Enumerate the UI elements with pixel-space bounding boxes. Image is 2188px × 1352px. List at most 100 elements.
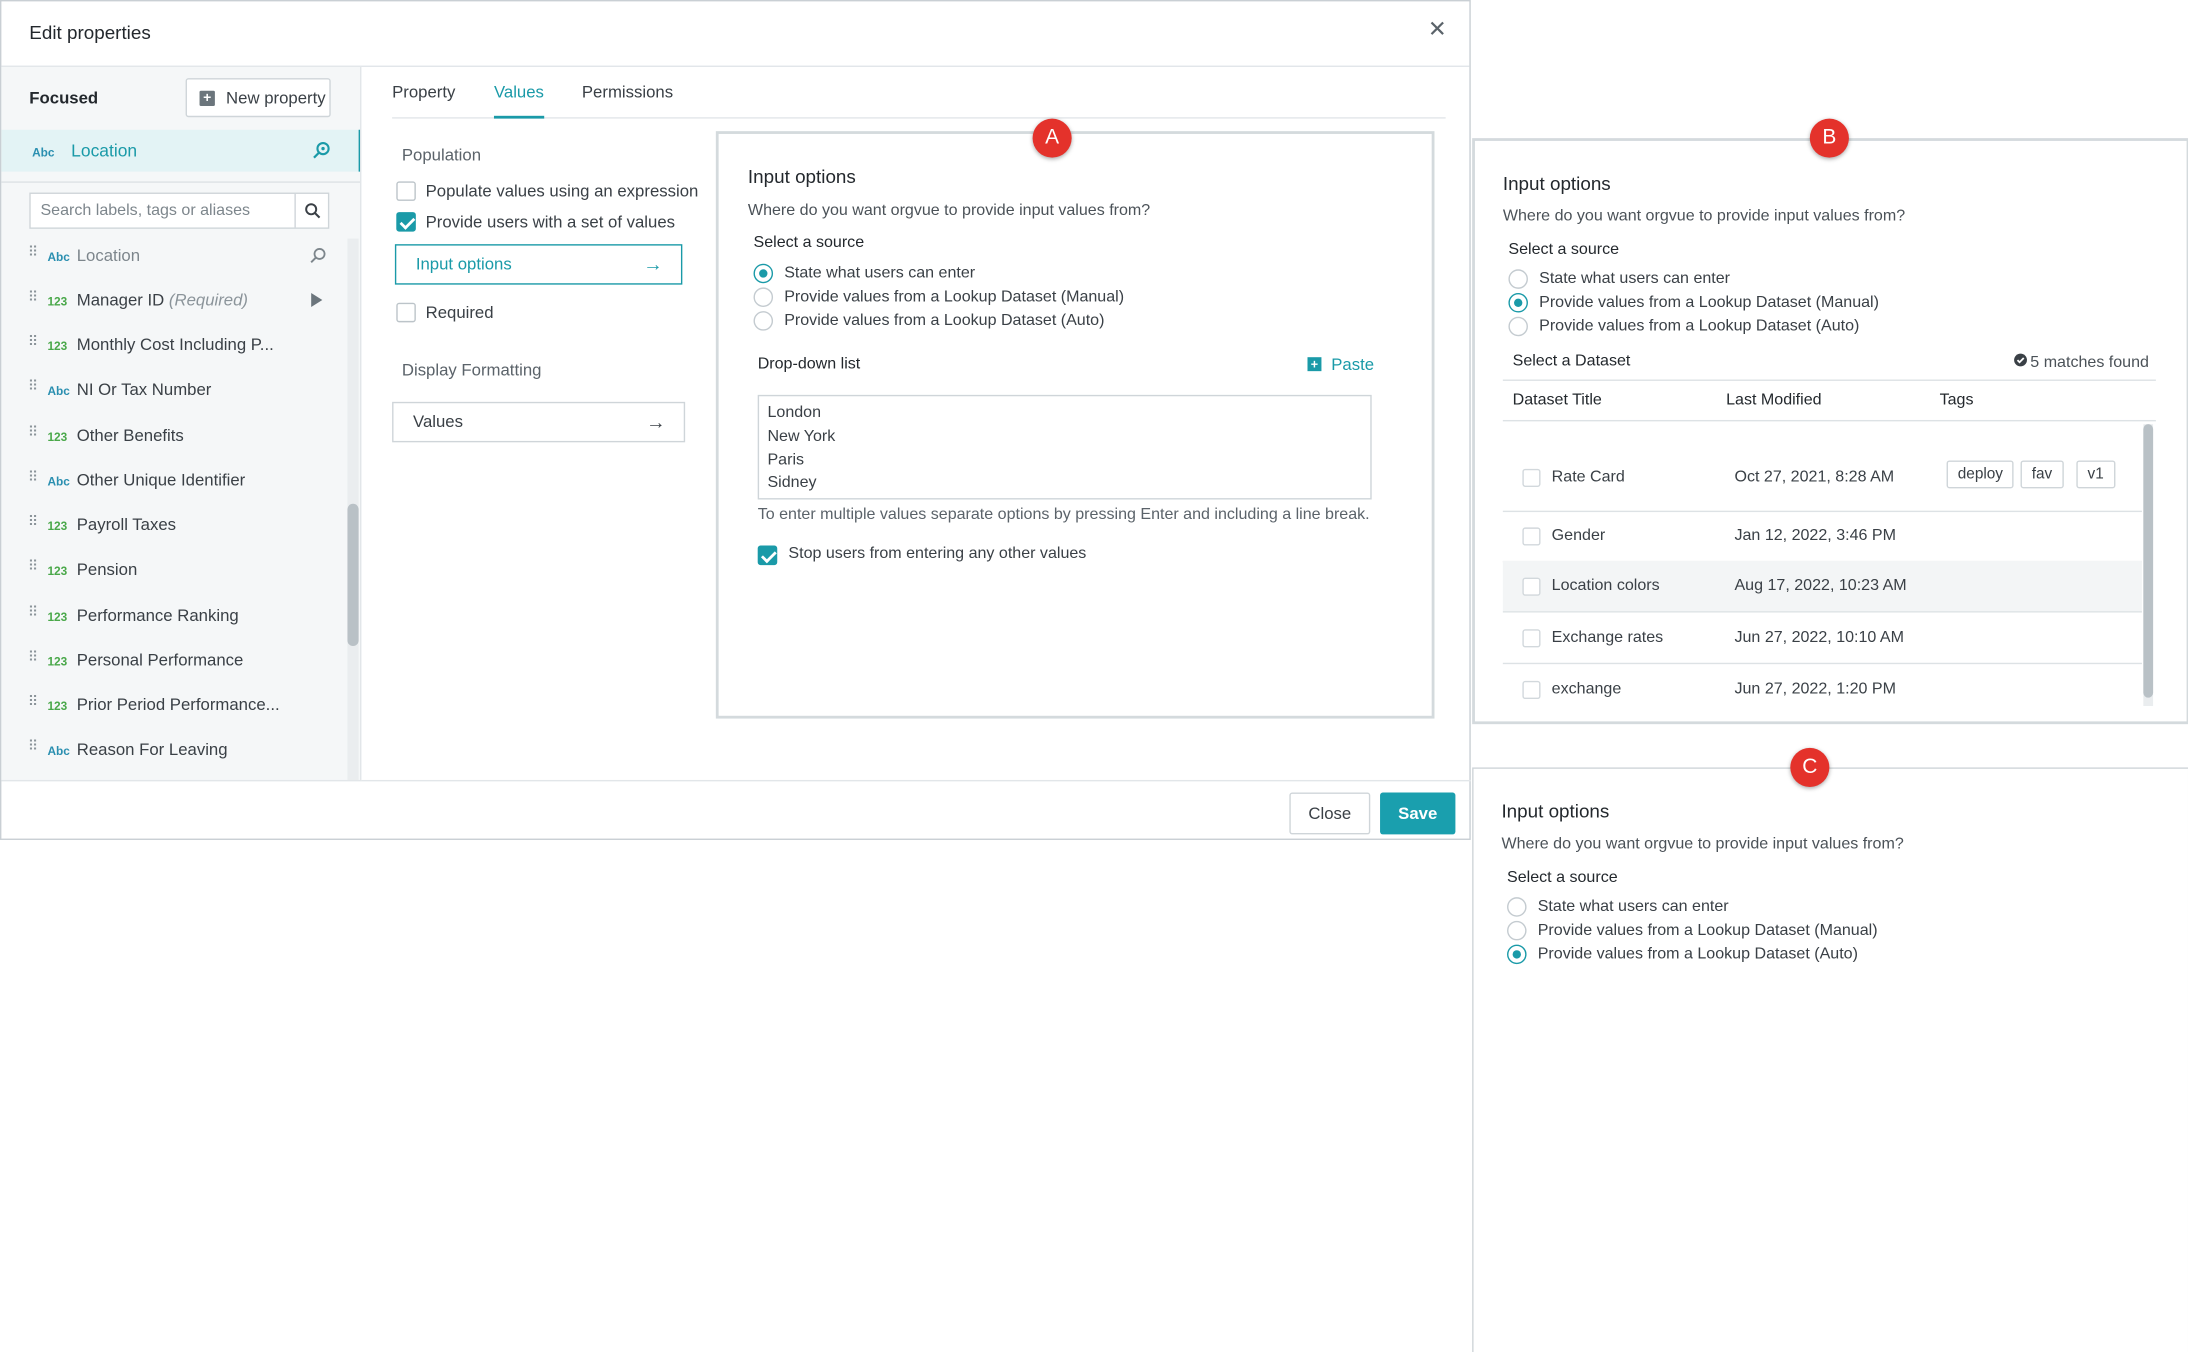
source-radio[interactable] bbox=[753, 263, 774, 284]
source-radio[interactable] bbox=[753, 287, 774, 307]
property-name: Pension bbox=[76, 559, 138, 580]
dropdown-values-textarea[interactable]: London New York Paris Sidney bbox=[757, 394, 1372, 500]
required-checkbox[interactable] bbox=[396, 302, 416, 323]
sidebar-item[interactable]: ⠿ 123 Monthly Cost Including P... bbox=[1, 328, 347, 361]
tag-chip[interactable]: v1 bbox=[2076, 460, 2115, 489]
table-row[interactable]: Rate Card Oct 27, 2021, 8:28 AM deploy fav v… bbox=[1503, 452, 2142, 502]
table-header-border bbox=[1502, 419, 2156, 422]
source-option-label: Provide values from a Lookup Dataset (Au… bbox=[784, 312, 1105, 330]
table-row[interactable]: Gender Jan 12, 2022, 3:46 PM bbox=[1503, 511, 2142, 561]
sidebar-item[interactable]: ⠿ 123 Manager ID (Required) bbox=[1, 283, 347, 316]
search-icon[interactable] bbox=[294, 193, 327, 228]
panel-b-source-label: Select a source bbox=[1508, 241, 1620, 259]
table-row[interactable]: exchange Jun 27, 2022, 1:20 PM bbox=[1503, 664, 2142, 714]
required-label: Required bbox=[425, 302, 494, 323]
drag-handle-icon[interactable]: ⠿ bbox=[28, 335, 38, 350]
source-radio[interactable] bbox=[1507, 944, 1527, 965]
drag-handle-icon[interactable]: ⠿ bbox=[28, 290, 38, 305]
sidebar-item[interactable]: ⠿ 123 Personal Performance bbox=[1, 643, 347, 676]
sidebar-item[interactable]: ⠿ Abc Reason For Leaving bbox=[1, 733, 347, 766]
sidebar-item[interactable]: ⠿ 123 Payroll Taxes bbox=[1, 508, 347, 541]
sidebar-item[interactable]: ⠿ Abc Other Unique Identifier bbox=[1, 463, 347, 496]
panel-a-source-label: Select a source bbox=[753, 234, 865, 252]
sidebar-item[interactable]: ⠿ 123 Other Benefits bbox=[1, 419, 347, 452]
dropdown-value: Paris bbox=[767, 451, 805, 469]
drag-handle-icon[interactable]: ⠿ bbox=[28, 246, 38, 261]
sidebar-scroll-thumb[interactable] bbox=[347, 503, 359, 647]
close-icon[interactable]: ✕ bbox=[1425, 18, 1450, 43]
value-set-checkbox[interactable] bbox=[396, 212, 416, 232]
number-type-icon: 123 bbox=[47, 654, 68, 669]
row-checkbox[interactable] bbox=[1522, 629, 1541, 648]
drag-handle-icon[interactable]: ⠿ bbox=[28, 380, 38, 395]
focused-label: Focused bbox=[29, 87, 99, 108]
source-radio[interactable] bbox=[1508, 269, 1528, 289]
number-type-icon: 123 bbox=[47, 699, 68, 713]
play-icon[interactable] bbox=[310, 292, 324, 313]
text-type-icon: Abc bbox=[32, 145, 55, 160]
table-row[interactable]: Location colors Aug 17, 2022, 10:23 AM bbox=[1502, 560, 2142, 612]
property-sidebar: Focused + New property Abc Location ⠿ Abc… bbox=[1, 66, 362, 780]
display-formatting-title: Display Formatting bbox=[401, 359, 542, 380]
drag-handle-icon[interactable]: ⠿ bbox=[28, 560, 38, 575]
sidebar-item[interactable]: ⠿ 123 Performance Ranking bbox=[1, 599, 347, 632]
dialog-title: Edit properties bbox=[29, 22, 151, 44]
property-search-input[interactable] bbox=[30, 193, 296, 228]
matches-indicator: 5 matches found bbox=[2014, 353, 2149, 371]
input-options-button[interactable]: Input options → bbox=[394, 244, 683, 285]
tab-bar: Property Values Permissions bbox=[392, 82, 1446, 119]
paste-button[interactable]: + Paste bbox=[1307, 354, 1374, 374]
row-checkbox[interactable] bbox=[1522, 680, 1541, 700]
sidebar-item[interactable]: ⠿ Abc NI Or Tax Number bbox=[1, 373, 347, 406]
sidebar-scrollbar[interactable] bbox=[347, 238, 359, 780]
col-last-modified[interactable]: Last Modified bbox=[1726, 392, 1821, 409]
new-property-button[interactable]: + New property bbox=[185, 78, 331, 118]
values-format-button[interactable]: Values → bbox=[392, 401, 686, 443]
tab-values[interactable]: Values bbox=[493, 82, 544, 119]
number-type-icon: 123 bbox=[47, 294, 68, 309]
drag-handle-icon[interactable]: ⠿ bbox=[28, 515, 38, 530]
sidebar-divider bbox=[1, 181, 361, 183]
tab-permissions[interactable]: Permissions bbox=[582, 82, 673, 118]
expression-checkbox[interactable] bbox=[396, 181, 416, 201]
sidebar-item[interactable]: ⠿ 123 Prior Period Performance... bbox=[1, 688, 347, 721]
source-radio[interactable] bbox=[1508, 316, 1528, 337]
source-radio[interactable] bbox=[1507, 897, 1527, 917]
drag-handle-icon[interactable]: ⠿ bbox=[28, 426, 38, 441]
sidebar-item[interactable]: ⠿ Abc Location bbox=[1, 239, 347, 272]
dropdown-value: London bbox=[767, 404, 822, 422]
sidebar-item[interactable]: ⠿ 123 Pension bbox=[1, 553, 347, 586]
focused-property-item[interactable]: Abc Location bbox=[1, 129, 361, 172]
table-row[interactable]: Exchange rates Jun 27, 2022, 10:10 AM bbox=[1503, 613, 2142, 663]
property-name: Other Benefits bbox=[76, 425, 184, 446]
tag-chip[interactable]: fav bbox=[2020, 460, 2064, 489]
locate-icon[interactable] bbox=[310, 247, 327, 268]
source-option-label: Provide values from a Lookup Dataset (Au… bbox=[1537, 946, 1858, 963]
row-checkbox[interactable] bbox=[1522, 468, 1541, 487]
source-option-label: State what users can enter bbox=[1537, 898, 1729, 916]
dataset-table-scroll-thumb[interactable] bbox=[2143, 424, 2154, 698]
drag-handle-icon[interactable]: ⠿ bbox=[28, 740, 38, 755]
drag-handle-icon[interactable]: ⠿ bbox=[28, 650, 38, 665]
drag-handle-icon[interactable]: ⠿ bbox=[28, 470, 38, 485]
source-radio[interactable] bbox=[753, 311, 774, 331]
locate-icon[interactable] bbox=[313, 141, 331, 163]
source-radio[interactable] bbox=[1507, 920, 1527, 941]
col-dataset-title[interactable]: Dataset Title bbox=[1513, 392, 1602, 409]
stop-other-values-checkbox[interactable] bbox=[757, 545, 778, 566]
drag-handle-icon[interactable]: ⠿ bbox=[28, 695, 38, 710]
row-checkbox[interactable] bbox=[1522, 527, 1541, 546]
save-button[interactable]: Save bbox=[1380, 792, 1456, 835]
drag-handle-icon[interactable]: ⠿ bbox=[28, 606, 38, 621]
row-checkbox[interactable] bbox=[1522, 577, 1541, 596]
source-radio[interactable] bbox=[1508, 293, 1528, 313]
paste-label: Paste bbox=[1331, 354, 1375, 374]
tab-property[interactable]: Property bbox=[392, 82, 455, 118]
property-name: NI Or Tax Number bbox=[76, 379, 212, 400]
sidebar-item-label: Other Benefits bbox=[77, 426, 184, 446]
col-tags[interactable]: Tags bbox=[1940, 392, 1974, 409]
dataset-table-scrollbar[interactable] bbox=[2143, 424, 2154, 707]
close-button[interactable]: Close bbox=[1289, 792, 1371, 835]
last-modified-cell: Jun 27, 2022, 10:10 AM bbox=[1734, 629, 1905, 647]
tag-chip[interactable]: deploy bbox=[1946, 460, 2015, 489]
